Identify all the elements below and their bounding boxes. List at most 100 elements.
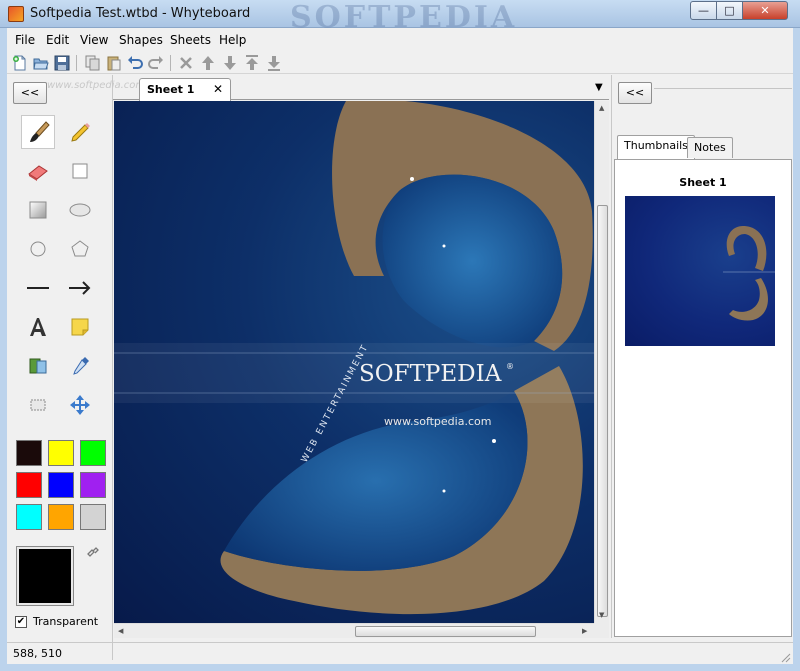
tab-notes[interactable]: Notes bbox=[687, 137, 733, 158]
sheet-tabs: Sheet 1 ✕ ▼ bbox=[113, 78, 609, 101]
horizontal-scroll-thumb[interactable] bbox=[355, 626, 536, 637]
circle-tool[interactable] bbox=[21, 232, 55, 266]
toolbar-separator bbox=[170, 55, 171, 71]
eraser-icon bbox=[28, 165, 48, 181]
thumbnail-image bbox=[723, 226, 775, 321]
circle-icon bbox=[30, 241, 46, 257]
minimize-button[interactable]: — bbox=[690, 1, 717, 20]
delete-icon[interactable] bbox=[177, 54, 195, 72]
color-swatch[interactable] bbox=[80, 504, 106, 530]
tab-close-icon[interactable]: ✕ bbox=[213, 82, 223, 96]
menu-file[interactable]: File bbox=[15, 33, 35, 47]
media-tool[interactable] bbox=[21, 349, 55, 383]
text-icon bbox=[30, 318, 46, 336]
pencil-icon bbox=[71, 123, 90, 142]
vertical-scroll-thumb[interactable] bbox=[597, 205, 608, 617]
rectangle-tool[interactable] bbox=[63, 154, 97, 188]
status-bar: 588, 510 bbox=[7, 642, 793, 664]
move-up-icon[interactable] bbox=[199, 54, 217, 72]
move-to-top-icon[interactable] bbox=[243, 54, 261, 72]
sticky-note-icon bbox=[71, 318, 89, 336]
horizontal-scrollbar[interactable]: ◀ ▶ bbox=[114, 623, 594, 638]
window-title: Softpedia Test.wtbd - Whyteboard bbox=[30, 6, 251, 21]
select-tool[interactable] bbox=[21, 388, 55, 422]
color-swatch[interactable] bbox=[48, 504, 74, 530]
color-swatch[interactable] bbox=[80, 440, 106, 466]
menu-sheets[interactable]: Sheets bbox=[170, 33, 211, 47]
line-tool[interactable] bbox=[21, 271, 55, 305]
new-icon[interactable] bbox=[11, 54, 29, 72]
color-swatch[interactable] bbox=[16, 504, 42, 530]
eraser-tool[interactable] bbox=[21, 154, 55, 188]
sheet-thumbnail[interactable] bbox=[625, 196, 775, 346]
move-to-bottom-icon[interactable] bbox=[265, 54, 283, 72]
pentagon-icon bbox=[71, 240, 89, 257]
media-icon bbox=[29, 358, 47, 374]
tab-thumbnails[interactable]: Thumbnails bbox=[617, 135, 695, 159]
menu-edit[interactable]: Edit bbox=[46, 33, 69, 47]
softpedia-logo-text: SOFTPEDIA bbox=[359, 361, 502, 387]
highlighter-tool[interactable] bbox=[63, 115, 97, 149]
resize-grip-icon[interactable] bbox=[779, 651, 791, 663]
polygon-tool[interactable] bbox=[63, 232, 97, 266]
arrow-tool[interactable] bbox=[63, 271, 97, 305]
open-icon[interactable] bbox=[32, 54, 50, 72]
color-swatch[interactable] bbox=[16, 440, 42, 466]
current-color-preview[interactable] bbox=[16, 546, 74, 606]
menu-view[interactable]: View bbox=[80, 33, 108, 47]
collapse-side-panel-button[interactable]: << bbox=[618, 82, 652, 104]
pan-tool[interactable] bbox=[63, 388, 97, 422]
eyedropper-tool[interactable] bbox=[63, 349, 97, 383]
text-tool[interactable] bbox=[21, 310, 55, 344]
redo-icon[interactable] bbox=[147, 54, 165, 72]
note-tool[interactable] bbox=[63, 310, 97, 344]
ellipse-tool[interactable] bbox=[63, 193, 97, 227]
color-swatch[interactable] bbox=[48, 472, 74, 498]
color-swatch[interactable] bbox=[16, 472, 42, 498]
color-swatch[interactable] bbox=[80, 472, 106, 498]
title-bar: Softpedia Test.wtbd - Whyteboard SOFTPED… bbox=[0, 0, 800, 35]
side-panel: << Thumbnails Notes Sheet 1 bbox=[611, 75, 793, 638]
rectangle-icon bbox=[72, 163, 88, 179]
select-icon bbox=[30, 399, 46, 411]
tab-sheet-1[interactable]: Sheet 1 ✕ bbox=[139, 78, 231, 101]
color-swatch[interactable] bbox=[48, 440, 74, 466]
close-button[interactable]: ✕ bbox=[742, 1, 788, 20]
thumbnails-pane: Sheet 1 bbox=[614, 159, 792, 637]
tab-label: Sheet 1 bbox=[147, 83, 195, 96]
scroll-right-icon[interactable]: ▶ bbox=[582, 627, 587, 635]
tab-list-dropdown-icon[interactable]: ▼ bbox=[595, 82, 603, 93]
rounded-rectangle-icon bbox=[29, 201, 47, 219]
pen-tool[interactable] bbox=[21, 115, 55, 149]
menu-shapes[interactable]: Shapes bbox=[119, 33, 163, 47]
arrow-icon bbox=[69, 281, 91, 295]
island-image: SOFTPEDIA ® www.softpedia.com WEB ENTERT… bbox=[114, 101, 594, 615]
scroll-left-icon[interactable]: ◀ bbox=[118, 627, 123, 635]
collapse-tools-button[interactable]: << bbox=[13, 82, 47, 104]
copy-icon[interactable] bbox=[84, 54, 102, 72]
toolbar-separator bbox=[76, 55, 77, 71]
scroll-up-icon[interactable]: ▲ bbox=[599, 104, 604, 112]
drawing-canvas[interactable]: SOFTPEDIA ® www.softpedia.com WEB ENTERT… bbox=[114, 101, 594, 623]
save-icon[interactable] bbox=[53, 54, 71, 72]
vertical-scrollbar[interactable]: ▲ ▼ bbox=[594, 101, 609, 623]
trademark-symbol: ® bbox=[506, 362, 514, 371]
paste-icon[interactable] bbox=[105, 54, 123, 72]
scroll-down-icon[interactable]: ▼ bbox=[599, 611, 604, 619]
swap-colors-icon[interactable] bbox=[85, 545, 101, 561]
line-icon bbox=[27, 287, 49, 289]
move-down-icon[interactable] bbox=[221, 54, 239, 72]
eyedropper-icon bbox=[73, 357, 89, 375]
tool-panel: << www.softpedia.com ✔ Transparent bbox=[7, 75, 145, 660]
paintbrush-icon bbox=[30, 121, 50, 142]
maximize-button[interactable]: □ bbox=[716, 1, 743, 20]
menu-help[interactable]: Help bbox=[219, 33, 246, 47]
scroll-corner bbox=[594, 623, 609, 638]
menu-bar: File Edit View Shapes Sheets Help bbox=[7, 30, 793, 50]
cursor-coordinates: 588, 510 bbox=[13, 647, 62, 660]
move-icon bbox=[70, 395, 90, 415]
rounded-rectangle-tool[interactable] bbox=[21, 193, 55, 227]
transparent-option[interactable]: ✔ Transparent bbox=[15, 615, 111, 631]
undo-icon[interactable] bbox=[126, 54, 144, 72]
transparent-checkbox[interactable]: ✔ bbox=[15, 616, 27, 628]
